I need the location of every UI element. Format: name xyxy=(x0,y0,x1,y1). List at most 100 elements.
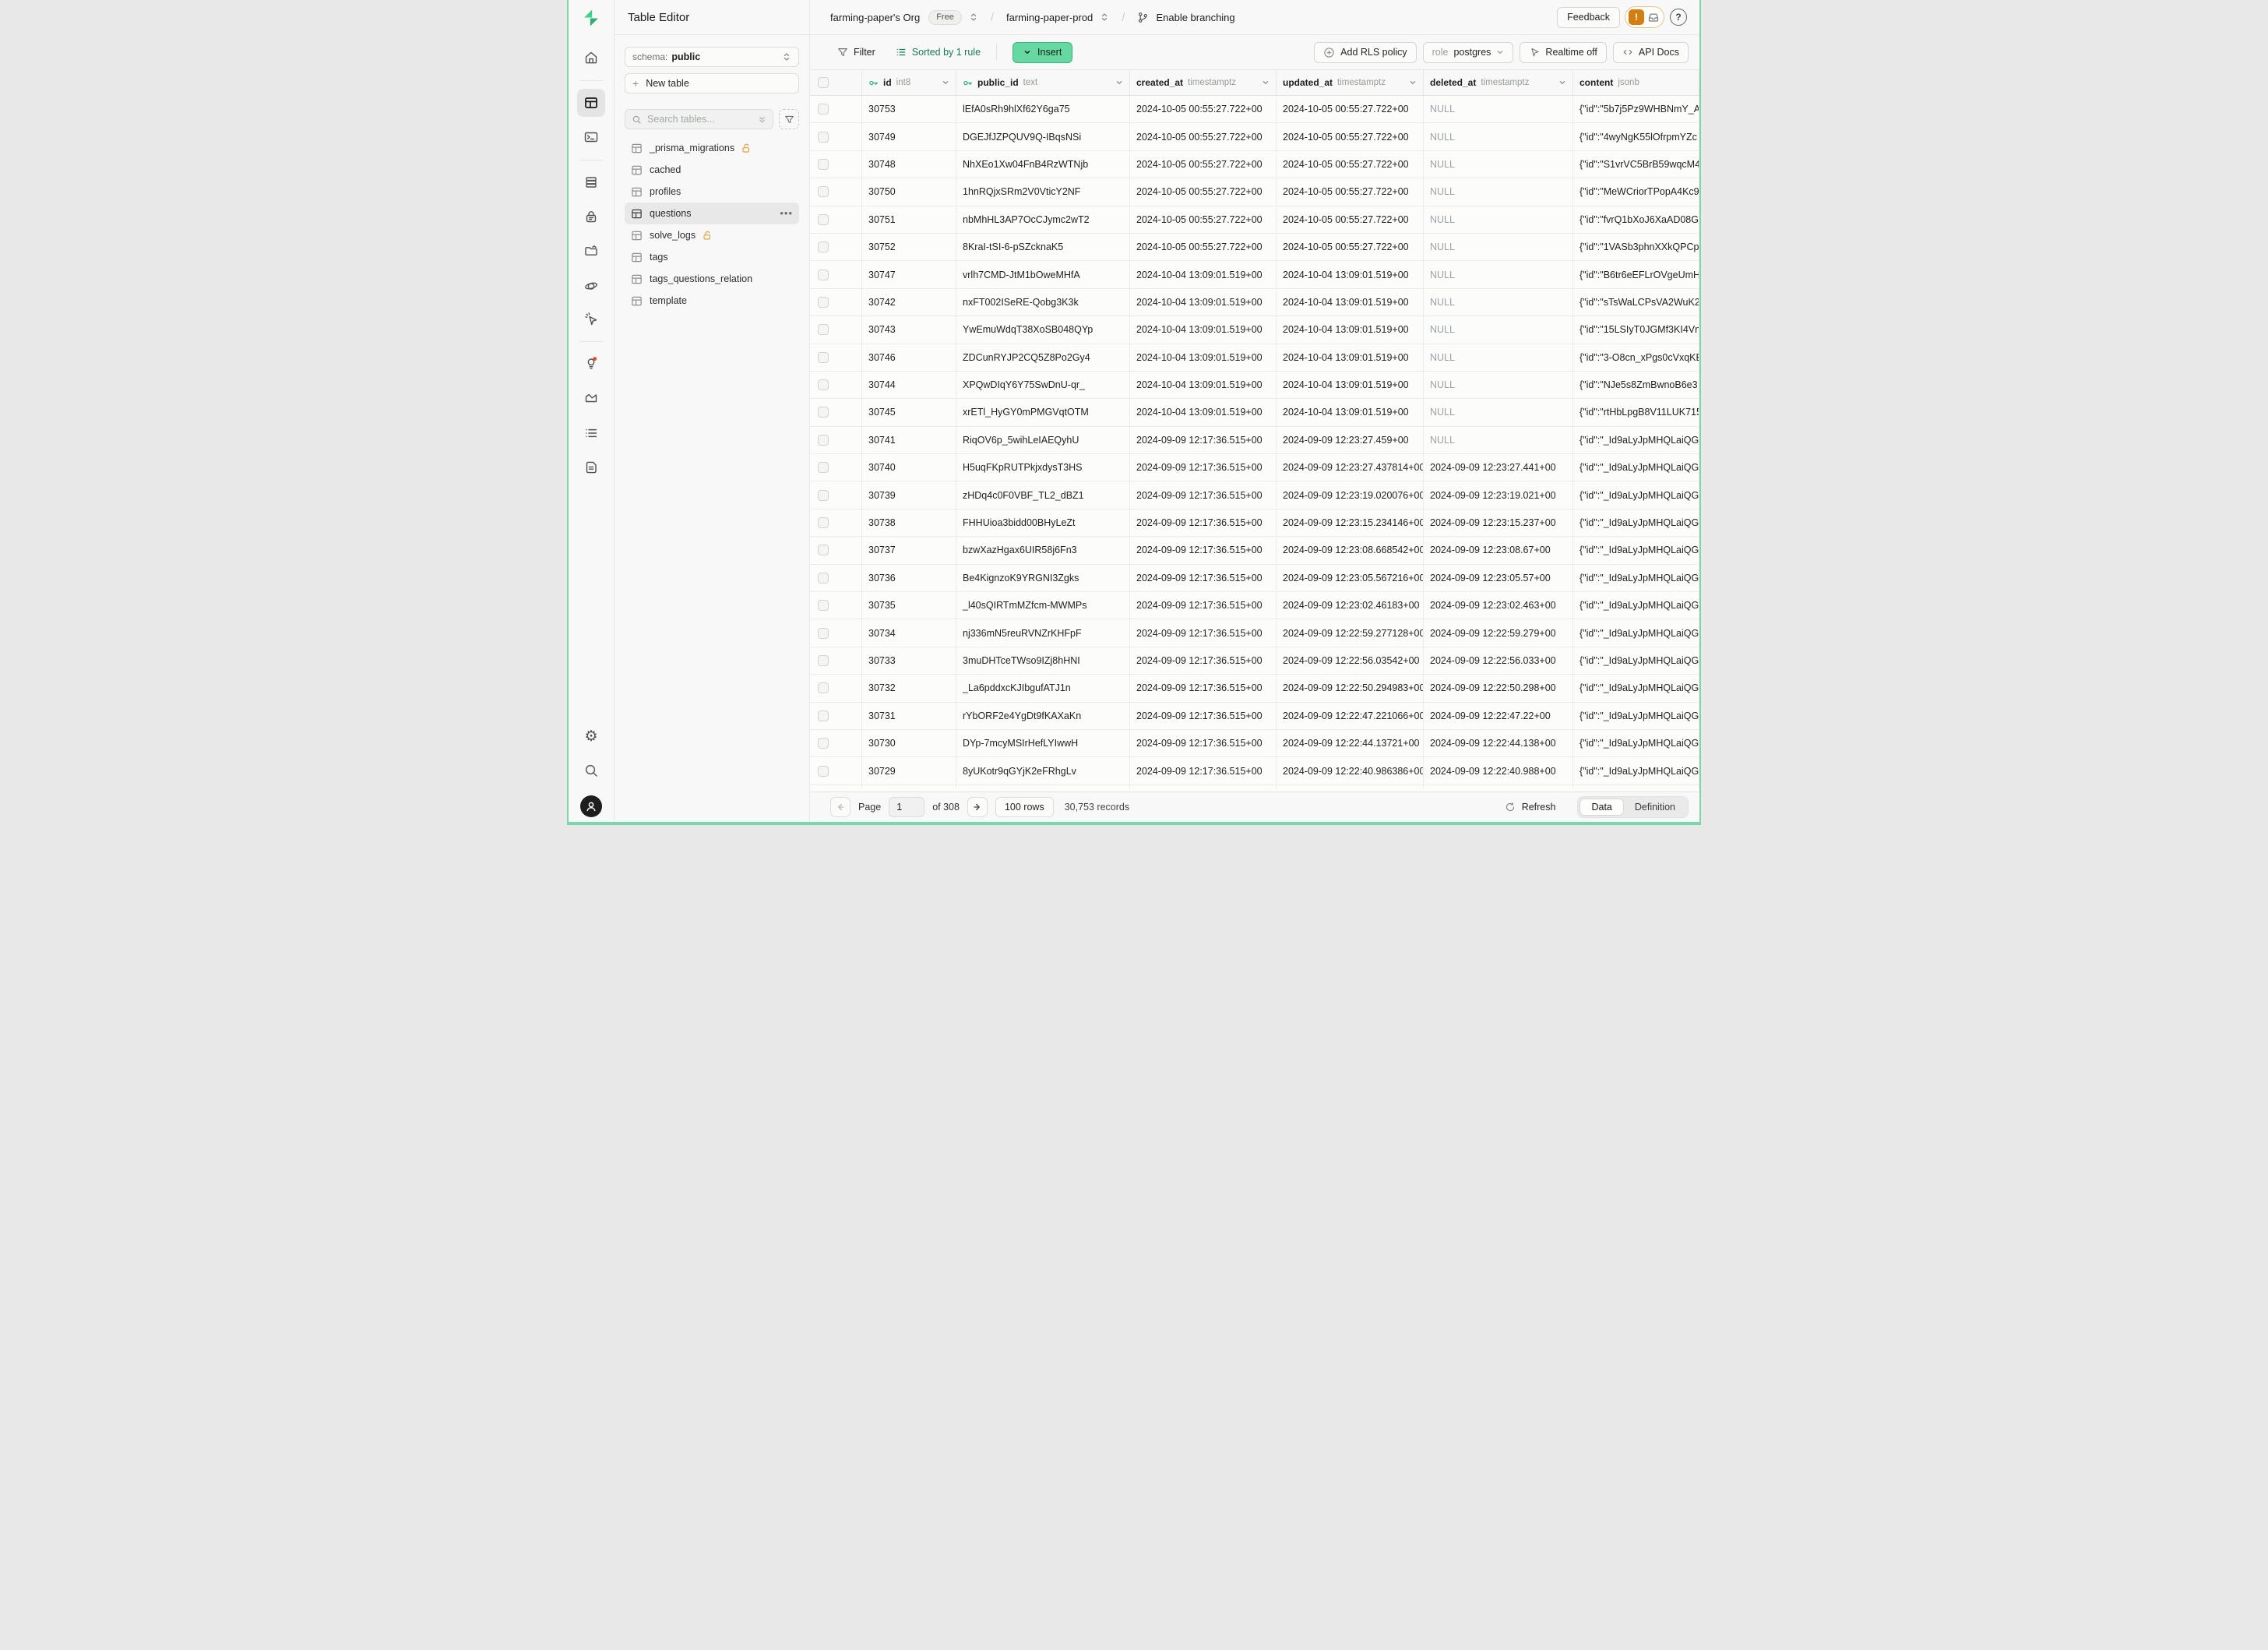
row-checkbox[interactable] xyxy=(818,214,829,225)
row-checkbox[interactable] xyxy=(818,766,829,777)
cell-deleted-at[interactable]: 2024-09-09 12:22:50.298+00 xyxy=(1424,675,1573,701)
cell-content[interactable]: {"id":"_Id9aLyJpMHQLaiQG xyxy=(1573,454,1699,481)
cell-created-at[interactable]: 2024-09-09 12:17:36.515+00 xyxy=(1130,730,1277,756)
table-row[interactable]: 30747vrlh7CMD-JtM1bOweMHfA2024-10-04 13:… xyxy=(810,261,1699,288)
cell-deleted-at[interactable]: 2024-09-09 12:22:59.279+00 xyxy=(1424,619,1573,646)
row-checkbox[interactable] xyxy=(818,490,829,501)
table-list-item[interactable]: cached xyxy=(625,159,799,181)
cell-public-id[interactable]: _La6pddxcKJIbgufATJ1n xyxy=(956,675,1130,701)
cell-created-at[interactable]: 2024-09-09 12:17:36.515+00 xyxy=(1130,454,1277,481)
api-docs-button[interactable]: API Docs xyxy=(1613,42,1689,63)
table-row[interactable]: 307333muDHTceTWso9IZj8hHNI2024-09-09 12:… xyxy=(810,647,1699,675)
nav-settings-button[interactable]: ⚙ xyxy=(577,722,605,750)
cell-created-at[interactable]: 2024-10-04 13:09:01.519+00 xyxy=(1130,289,1277,316)
table-row[interactable]: 30737bzwXazHgax6UIR58j6Fn32024-09-09 12:… xyxy=(810,537,1699,564)
cell-created-at[interactable]: 2024-10-04 13:09:01.519+00 xyxy=(1130,316,1277,343)
cell-updated-at[interactable]: 2024-09-09 12:22:59.277128+00 xyxy=(1277,619,1424,646)
cell-id[interactable]: 30729 xyxy=(862,757,956,784)
table-row[interactable]: 30739zHDq4c0F0VBF_TL2_dBZ12024-09-09 12:… xyxy=(810,481,1699,509)
table-row[interactable]: 307528KraI-tSI-6-pSZcknaK52024-10-05 00:… xyxy=(810,234,1699,261)
row-checkbox[interactable] xyxy=(818,352,829,363)
cell-updated-at[interactable]: 2024-09-09 12:22:37.955419+00 xyxy=(1277,785,1424,788)
next-page-button[interactable] xyxy=(967,797,988,817)
row-checkbox[interactable] xyxy=(818,324,829,335)
cell-content[interactable]: {"id":"_Id9aLyJpMHQLaiQG xyxy=(1573,785,1699,788)
chevron-down-icon[interactable] xyxy=(1558,79,1566,86)
nav-home-button[interactable] xyxy=(577,44,605,72)
cell-created-at[interactable]: 2024-09-09 12:17:36.515+00 xyxy=(1130,509,1277,536)
cell-deleted-at[interactable]: 2024-09-09 12:23:19.021+00 xyxy=(1424,481,1573,508)
tab-data[interactable]: Data xyxy=(1580,799,1623,816)
cell-content[interactable]: {"id":"_Id9aLyJpMHQLaiQG xyxy=(1573,619,1699,646)
nav-sql-editor-button[interactable] xyxy=(577,123,605,151)
cell-id[interactable]: 30753 xyxy=(862,96,956,122)
nav-storage-button[interactable] xyxy=(577,237,605,265)
table-list-item[interactable]: tags xyxy=(625,246,799,268)
cell-deleted-at[interactable]: NULL xyxy=(1424,178,1573,205)
cell-content[interactable]: {"id":"MeWCriorTPopA4Kc9 xyxy=(1573,178,1699,205)
cell-id[interactable]: 30744 xyxy=(862,372,956,398)
cell-deleted-at[interactable]: NULL xyxy=(1424,206,1573,233)
cell-public-id[interactable]: YwEmuWdqT38XoSB048QYp xyxy=(956,316,1130,343)
cell-created-at[interactable]: 2024-10-04 13:09:01.519+00 xyxy=(1130,399,1277,425)
cell-deleted-at[interactable]: 2024-09-09 12:22:44.138+00 xyxy=(1424,730,1573,756)
table-row[interactable]: 30744XPQwDIqY6Y75SwDnU-qr_2024-10-04 13:… xyxy=(810,372,1699,399)
filter-button[interactable]: Filter xyxy=(837,47,875,58)
nav-search-button[interactable] xyxy=(577,756,605,784)
schema-select[interactable]: schema: public xyxy=(625,47,799,67)
cell-id[interactable]: 30751 xyxy=(862,206,956,233)
cell-content[interactable]: {"id":"_Id9aLyJpMHQLaiQG xyxy=(1573,537,1699,563)
cell-id[interactable]: 30746 xyxy=(862,344,956,371)
cell-id[interactable]: 30732 xyxy=(862,675,956,701)
cell-public-id[interactable]: DYp-7mcyMSIrHefLYIwwH xyxy=(956,730,1130,756)
row-checkbox[interactable] xyxy=(818,628,829,639)
cell-created-at[interactable]: 2024-09-09 12:17:36.515+00 xyxy=(1130,592,1277,619)
table-row[interactable]: 30730DYp-7mcyMSIrHefLYIwwH2024-09-09 12:… xyxy=(810,730,1699,757)
cell-id[interactable]: 30735 xyxy=(862,592,956,619)
cell-created-at[interactable]: 2024-09-09 12:17:36.515+00 xyxy=(1130,619,1277,646)
cell-deleted-at[interactable]: NULL xyxy=(1424,427,1573,453)
cell-created-at[interactable]: 2024-10-05 00:55:27.722+00 xyxy=(1130,206,1277,233)
cell-deleted-at[interactable]: 2024-09-09 12:23:27.441+00 xyxy=(1424,454,1573,481)
table-row[interactable]: 307298yUKotr9qGYjK2eFRhgLv2024-09-09 12:… xyxy=(810,757,1699,784)
cell-updated-at[interactable]: 2024-10-05 00:55:27.722+00 xyxy=(1277,178,1424,205)
row-checkbox[interactable] xyxy=(818,159,829,170)
cell-created-at[interactable]: 2024-09-09 12:17:36.515+00 xyxy=(1130,703,1277,729)
cell-content[interactable]: {"id":"1VASb3phnXXkQPCpv xyxy=(1573,234,1699,260)
cell-deleted-at[interactable]: NULL xyxy=(1424,289,1573,316)
table-row[interactable]: 30732_La6pddxcKJIbgufATJ1n 2024-09-09 12:… xyxy=(810,675,1699,702)
row-checkbox[interactable] xyxy=(818,270,829,280)
row-checkbox[interactable] xyxy=(818,738,829,749)
breadcrumb-project[interactable]: farming-paper-prod xyxy=(1006,12,1093,23)
cell-id[interactable]: 30734 xyxy=(862,619,956,646)
sort-button[interactable]: Sorted by 1 rule xyxy=(896,47,981,58)
cell-updated-at[interactable]: 2024-09-09 12:22:40.986386+00 xyxy=(1277,757,1424,784)
row-checkbox[interactable] xyxy=(818,710,829,721)
cell-updated-at[interactable]: 2024-10-04 13:09:01.519+00 xyxy=(1277,289,1424,316)
cell-created-at[interactable]: 2024-10-05 00:55:27.722+00 xyxy=(1130,96,1277,122)
cell-public-id[interactable]: xrETl_HyGY0mPMGVqtOTM xyxy=(956,399,1130,425)
cell-created-at[interactable]: 2024-10-04 13:09:01.519+00 xyxy=(1130,372,1277,398)
nav-reports-button[interactable] xyxy=(577,384,605,412)
cell-public-id[interactable]: 0L5BAfDaLDl5rQOiqeKPO xyxy=(956,785,1130,788)
cell-public-id[interactable]: rYbORF2e4YgDt9fKAXaKn xyxy=(956,703,1130,729)
cell-public-id[interactable]: DGEJfJZPQUV9Q-IBqsNSi xyxy=(956,123,1130,150)
table-row[interactable]: 30736Be4KignzoK9YRGNI3Zgks2024-09-09 12:… xyxy=(810,565,1699,592)
table-row[interactable]: 30742nxFT002ISeRE-Qobg3K3k2024-10-04 13:… xyxy=(810,289,1699,316)
cell-content[interactable]: {"id":"_Id9aLyJpMHQLaiQG xyxy=(1573,565,1699,591)
cell-id[interactable]: 30742 xyxy=(862,289,956,316)
cell-updated-at[interactable]: 2024-09-09 12:22:50.294983+00 xyxy=(1277,675,1424,701)
cell-deleted-at[interactable]: NULL xyxy=(1424,316,1573,343)
cell-content[interactable]: {"id":"_Id9aLyJpMHQLaiQG xyxy=(1573,703,1699,729)
cell-public-id[interactable]: nbMhHL3AP7OcCJymc2wT2 xyxy=(956,206,1130,233)
chevron-down-icon[interactable] xyxy=(1409,79,1417,86)
cell-content[interactable]: {"id":"NJe5s8ZmBwnoB6e3 xyxy=(1573,372,1699,398)
cell-created-at[interactable]: 2024-10-04 13:09:01.519+00 xyxy=(1130,344,1277,371)
row-checkbox[interactable] xyxy=(818,132,829,143)
table-row[interactable]: 307501hnRQjxSRm2V0VticY2NF2024-10-05 00:… xyxy=(810,178,1699,206)
cell-content[interactable]: {"id":"_Id9aLyJpMHQLaiQG xyxy=(1573,757,1699,784)
notifications-button[interactable]: ! xyxy=(1625,6,1664,28)
cell-created-at[interactable]: 2024-10-05 00:55:27.722+00 xyxy=(1130,234,1277,260)
nav-table-editor-button[interactable] xyxy=(577,89,605,117)
cell-content[interactable]: {"id":"_Id9aLyJpMHQLaiQG xyxy=(1573,647,1699,674)
